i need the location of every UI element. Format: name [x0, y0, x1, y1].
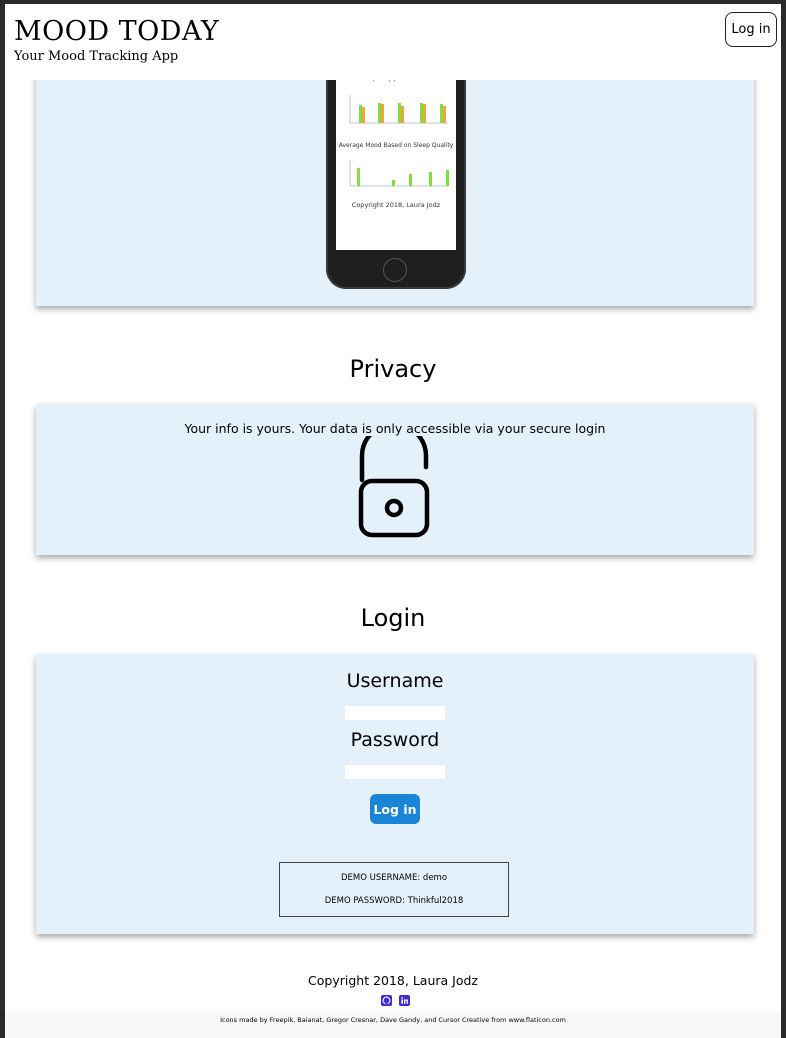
username-label: Username	[346, 670, 444, 692]
bar	[357, 168, 360, 186]
bar	[423, 104, 426, 123]
header-login-button[interactable]: Log in	[725, 12, 777, 47]
sleep-eating-bar-chart	[349, 95, 448, 124]
demo-password: DEMO PASSWORD: Thinkful2018	[324, 896, 464, 906]
bar	[398, 103, 401, 123]
username-input[interactable]	[345, 706, 445, 720]
github-link[interactable]	[381, 995, 392, 1006]
app-preview-panel: Average Sleep Quality & Healthy Eating Q…	[36, 44, 754, 306]
login-panel: Username Password Log in DEMO USERNAME: …	[36, 654, 754, 934]
bar	[440, 104, 443, 123]
site-header: MOOD TODAY Your Mood Tracking App Log in	[5, 4, 781, 80]
linkedin-icon	[401, 997, 408, 1004]
github-icon	[382, 996, 391, 1005]
unlocked-padlock-icon	[358, 436, 430, 538]
password-input[interactable]	[345, 765, 445, 779]
privacy-text: Your info is yours. Your data is only ac…	[184, 421, 606, 436]
privacy-heading: Privacy	[349, 355, 437, 383]
demo-credentials-box: DEMO USERNAME: demo DEMO PASSWORD: Think…	[279, 862, 509, 917]
app-subtitle: Your Mood Tracking App	[14, 49, 179, 64]
privacy-panel: Your info is yours. Your data is only ac…	[36, 404, 754, 555]
bar	[362, 107, 365, 123]
login-submit-button[interactable]: Log in	[370, 794, 420, 824]
icon-credits: Icons made by Freepik, Baianat, Gregor C…	[220, 1016, 566, 1024]
login-heading: Login	[360, 604, 426, 632]
page: MOOD TODAY Your Mood Tracking App Log in…	[5, 4, 781, 1038]
demo-username: DEMO USERNAME: demo	[340, 873, 448, 883]
phone-chart2-title: Average Mood Based on Sleep Quality	[338, 142, 454, 149]
footer-copyright: Copyright 2018, Laura Jodz	[308, 973, 478, 988]
bar	[392, 180, 395, 186]
bar	[381, 104, 384, 123]
phone-home-button	[383, 258, 407, 282]
linkedin-link[interactable]	[399, 995, 410, 1006]
phone-mockup: Average Sleep Quality & Healthy Eating Q…	[326, 44, 466, 289]
password-label: Password	[350, 729, 440, 751]
phone-copyright: Copyright 2018, Laura Jodz	[351, 201, 441, 209]
bar	[443, 106, 446, 123]
app-title: MOOD TODAY	[14, 16, 220, 47]
bar	[409, 174, 412, 186]
bar	[420, 103, 423, 123]
bar	[378, 103, 381, 123]
bar	[401, 106, 404, 123]
bar	[446, 170, 449, 186]
mood-sleep-bar-chart	[349, 160, 449, 187]
bar	[429, 172, 432, 186]
bar	[359, 105, 362, 123]
